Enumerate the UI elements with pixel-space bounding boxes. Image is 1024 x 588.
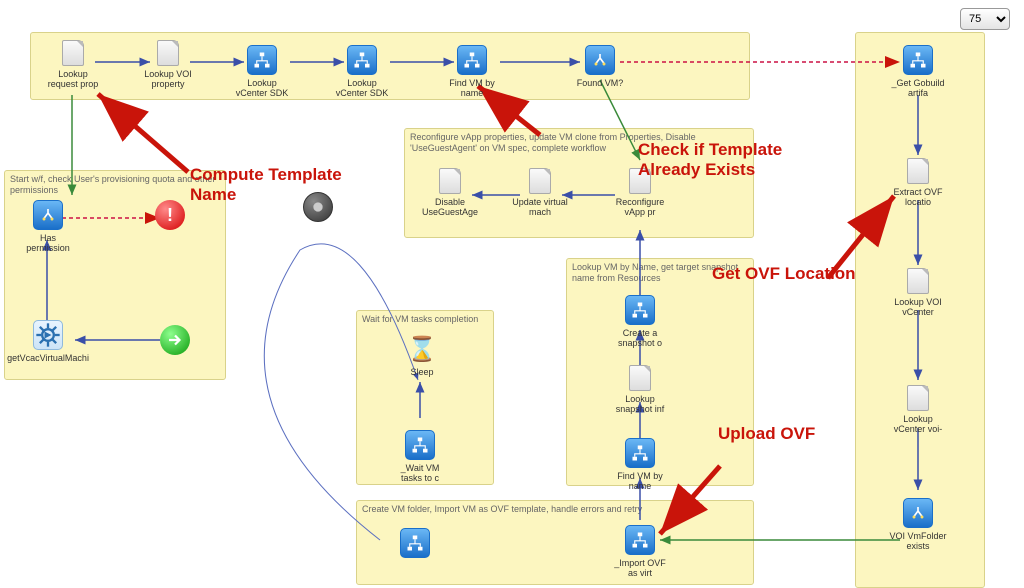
node-disable-useguestage[interactable]: Disable UseGuestAge bbox=[420, 168, 480, 217]
node-bottom-left-wf[interactable] bbox=[385, 528, 445, 558]
workflow-icon bbox=[625, 295, 655, 325]
node-found-vm[interactable]: Found VM? bbox=[570, 45, 630, 88]
box-permissions-title: Start w/f, check User's provisioning quo… bbox=[10, 174, 219, 196]
decision-icon bbox=[33, 200, 63, 230]
node-voi-vmfolder-exists[interactable]: VOI VmFolder exists bbox=[888, 498, 948, 551]
annotation-compute-template: Compute Template Name bbox=[190, 165, 360, 205]
node-success-end[interactable] bbox=[155, 325, 195, 355]
node-lookup-snapshot-inf[interactable]: Lookup snapshot inf bbox=[610, 365, 670, 414]
box-wait-tasks-title: Wait for VM tasks completion bbox=[362, 314, 478, 325]
node-lookup-vcenter-voi[interactable]: Lookup vCenter voi- bbox=[888, 385, 948, 434]
workflow-icon bbox=[457, 45, 487, 75]
node-lookup-request-prop[interactable]: Lookup request prop bbox=[43, 40, 103, 89]
node-lookup-voi-property[interactable]: Lookup VOI property bbox=[138, 40, 198, 89]
node-error-end[interactable]: ! bbox=[150, 200, 190, 230]
workflow-icon bbox=[625, 525, 655, 555]
workflow-icon bbox=[400, 528, 430, 558]
gear-icon bbox=[33, 320, 63, 350]
node-sleep[interactable]: ⌛ Sleep bbox=[392, 335, 452, 377]
node-get-gobuild-artifa[interactable]: _Get Gobuild artifa bbox=[888, 45, 948, 98]
script-icon bbox=[529, 168, 551, 194]
node-lookup-voi-vcenter[interactable]: Lookup VOI vCenter bbox=[888, 268, 948, 317]
decision-icon bbox=[585, 45, 615, 75]
node-lookup-vcenter-sdk-2[interactable]: Lookup vCenter SDK bbox=[332, 45, 392, 98]
workflow-icon bbox=[625, 438, 655, 468]
script-icon bbox=[62, 40, 84, 66]
script-icon bbox=[629, 365, 651, 391]
node-find-vm-by-name-top[interactable]: Find VM by name bbox=[442, 45, 502, 98]
node-get-vcac-virtual-machi[interactable]: getVcacVirtualMachi bbox=[18, 320, 78, 363]
script-icon bbox=[907, 268, 929, 294]
workflow-icon bbox=[405, 430, 435, 460]
node-find-vm-by-name-inner[interactable]: Find VM by name bbox=[610, 438, 670, 491]
box-create-folder-title: Create VM folder, Import VM as OVF templ… bbox=[362, 504, 642, 515]
workflow-icon bbox=[247, 45, 277, 75]
node-wait-vm-tasks[interactable]: _Wait VM tasks to c bbox=[390, 430, 450, 483]
workflow-icon bbox=[347, 45, 377, 75]
script-icon bbox=[907, 158, 929, 184]
workflow-icon bbox=[903, 45, 933, 75]
node-import-ovf[interactable]: _Import OVF as virt bbox=[610, 525, 670, 578]
node-create-snapshot[interactable]: Create a snapshot o bbox=[610, 295, 670, 348]
decision-icon bbox=[903, 498, 933, 528]
script-icon bbox=[907, 385, 929, 411]
annotation-check-template: Check if Template Already Exists bbox=[638, 140, 828, 180]
script-icon bbox=[157, 40, 179, 66]
error-icon: ! bbox=[155, 200, 185, 230]
node-extract-ovf-locatio[interactable]: Extract OVF locatio bbox=[888, 158, 948, 207]
node-has-permission[interactable]: Has permission bbox=[18, 200, 78, 253]
zoom-select[interactable]: 75 bbox=[960, 8, 1010, 30]
success-arrow-icon bbox=[160, 325, 190, 355]
script-icon bbox=[439, 168, 461, 194]
node-update-virtual-mach[interactable]: Update virtual mach bbox=[510, 168, 570, 217]
hourglass-icon: ⌛ bbox=[407, 335, 437, 364]
annotation-get-ovf: Get OVF Location bbox=[712, 264, 872, 284]
annotation-upload-ovf: Upload OVF bbox=[718, 424, 838, 444]
node-lookup-vcenter-sdk-1[interactable]: Lookup vCenter SDK bbox=[232, 45, 292, 98]
